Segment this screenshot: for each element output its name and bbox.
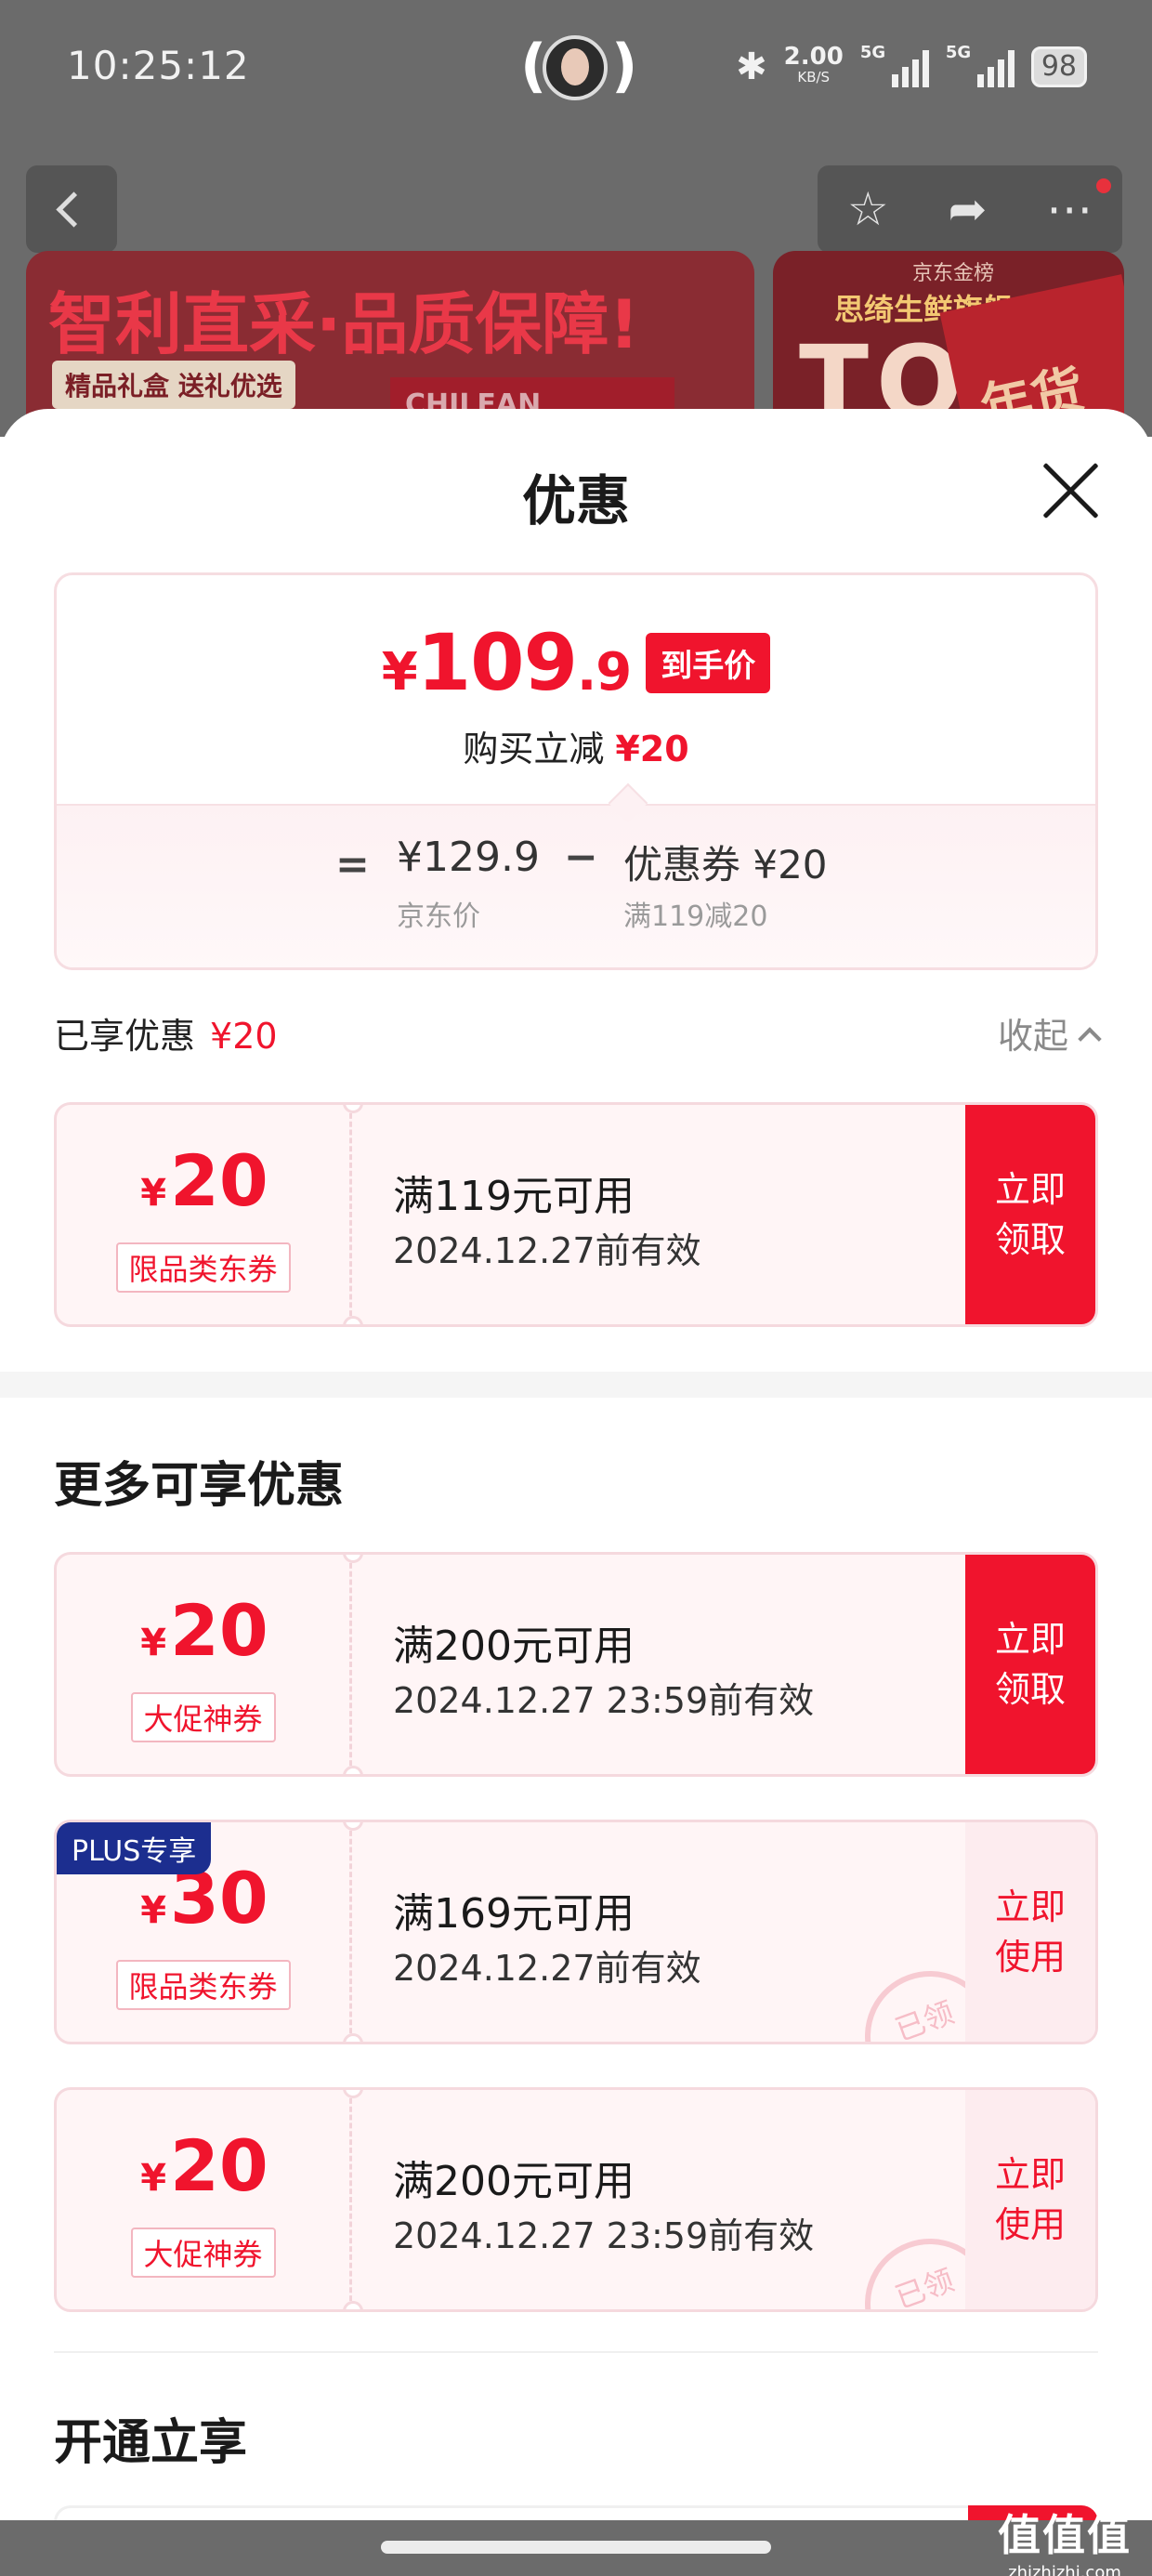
price-breakdown: = ¥129.9 京东价 − 优惠券 ¥20 满119减20 — [57, 804, 1095, 967]
coupon-deduction: 优惠券 ¥20 — [623, 842, 828, 887]
coupon-notch — [343, 2033, 363, 2042]
coupon-condition: 满119元可用 — [393, 1173, 635, 1220]
section-divider — [0, 1372, 1152, 1398]
open-now-title: 开通立享 — [54, 2415, 248, 2471]
toolbar: ☆ ➦ ⋯ — [818, 165, 1122, 253]
jd-price: ¥129.9 — [397, 834, 540, 881]
coupon-rule: 满119减20 — [623, 900, 768, 933]
status-icons: ✱ 2.00 KB/S 5G 5G 98 — [736, 41, 1087, 93]
signal-icon: 5G — [860, 43, 929, 87]
bluetooth-icon: ✱ — [736, 46, 767, 88]
avatar — [543, 35, 608, 100]
camera-bracket-right-icon: ) — [611, 32, 638, 99]
coupon-type: 大促神券 — [130, 1692, 276, 1742]
notification-dot — [1096, 178, 1111, 193]
minus-sign: − — [564, 834, 598, 881]
coupon-condition: 满200元可用 — [393, 2158, 635, 2205]
coupon-amount: ¥20 — [140, 1589, 268, 1672]
coupon-validity: 2024.12.27前有效 — [393, 1948, 701, 1989]
banner-chip: 精品礼盒 送礼优选 — [52, 361, 295, 409]
battery-icon: 98 — [1030, 46, 1087, 87]
camera-indicator: ( ) — [520, 28, 637, 106]
coupon-type: 限品类东券 — [115, 1242, 291, 1293]
coupon-amount: ¥20 — [140, 1139, 268, 1222]
coupon-card: ¥20 大促神券 满200元可用 2024.12.27 23:59前有效 立即 … — [54, 1552, 1098, 1777]
coupon-stub: ¥20 限品类东券 — [57, 1105, 352, 1324]
coupon-validity: 2024.12.27 23:59前有效 — [393, 1680, 815, 1721]
home-indicator[interactable] — [381, 2541, 771, 2554]
share-icon[interactable]: ➦ — [948, 182, 987, 236]
claim-button[interactable]: 立即 领取 — [965, 1105, 1095, 1324]
jd-price-label: 京东价 — [397, 900, 480, 933]
instant-reduction: 购买立减 ¥20 — [463, 729, 689, 769]
sheet-title: 优惠 — [521, 469, 630, 532]
plus-badge: PLUS专享 — [57, 1822, 212, 1874]
back-button[interactable] — [26, 165, 117, 253]
status-time: 10:25:12 — [67, 43, 250, 88]
final-price: ¥109.9 — [381, 617, 633, 708]
coupon-validity: 2024.12.27 23:59前有效 — [393, 2215, 815, 2256]
coupon-notch — [343, 1766, 363, 1774]
coupon-stub: ¥20 大促神券 — [57, 1555, 352, 1774]
coupon-card: ¥20 大促神券 满200元可用 2024.12.27 23:59前有效 已领 … — [54, 2087, 1098, 2312]
close-icon[interactable] — [1041, 461, 1100, 520]
coupon-validity: 2024.12.27前有效 — [393, 1230, 701, 1271]
coupon-condition: 满169元可用 — [393, 1890, 635, 1938]
coupon-stub: ¥20 大促神券 — [57, 2090, 352, 2309]
coupon-card: ¥20 限品类东券 满119元可用 2024.12.27前有效 立即 领取 — [54, 1102, 1098, 1327]
rank-label: 京东金榜 — [912, 262, 995, 285]
discount-sheet: 优惠 ¥109.9 到手价 购买立减 ¥20 = ¥129.9 京东价 − 优惠券… — [0, 409, 1152, 2576]
price-summary: ¥109.9 到手价 购买立减 ¥20 = ¥129.9 京东价 − 优惠券 ¥2… — [54, 572, 1098, 970]
more-discounts-title: 更多可享优惠 — [54, 1458, 345, 1514]
star-icon[interactable]: ☆ — [847, 182, 889, 236]
background-page: 10:25:12 ( ) ✱ 2.00 KB/S 5G 5G 98 ☆ ➦ ⋯ 智… — [0, 0, 1152, 437]
watermark: 值值值 zhizhizhi.com — [998, 2510, 1132, 2576]
coupon-notch — [343, 2301, 363, 2309]
banner-title: 智利直采·品质保障! — [48, 285, 640, 363]
coupon-card: ¥30 限品类东券 PLUS专享 满169元可用 2024.12.27前有效 已… — [54, 1820, 1098, 2044]
more-icon[interactable]: ⋯ — [1046, 182, 1093, 236]
final-price-tag: 到手价 — [646, 632, 771, 693]
signal-icon: 5G — [946, 43, 1015, 87]
enjoyed-discount: 已享优惠 ¥20 — [54, 1016, 278, 1057]
coupon-amount: ¥20 — [140, 2124, 268, 2207]
coupon-type: 大促神券 — [130, 2228, 276, 2278]
claim-button[interactable]: 立即 领取 — [965, 1555, 1095, 1774]
coupon-condition: 满200元可用 — [393, 1623, 635, 1670]
chevron-up-icon — [1078, 1026, 1102, 1051]
equals-sign: = — [335, 841, 370, 888]
use-button[interactable]: 立即 使用 — [965, 1822, 1095, 2042]
section-divider — [54, 2351, 1098, 2353]
network-speed: 2.00 KB/S — [783, 43, 844, 85]
status-bar: 10:25:12 ( ) ✱ 2.00 KB/S 5G 5G 98 — [0, 0, 1152, 139]
coupon-type: 限品类东券 — [115, 1960, 291, 2010]
coupon-notch — [343, 1316, 363, 1324]
use-button[interactable]: 立即 使用 — [965, 2090, 1095, 2309]
collapse-button[interactable]: 收起 — [998, 1007, 1102, 1058]
